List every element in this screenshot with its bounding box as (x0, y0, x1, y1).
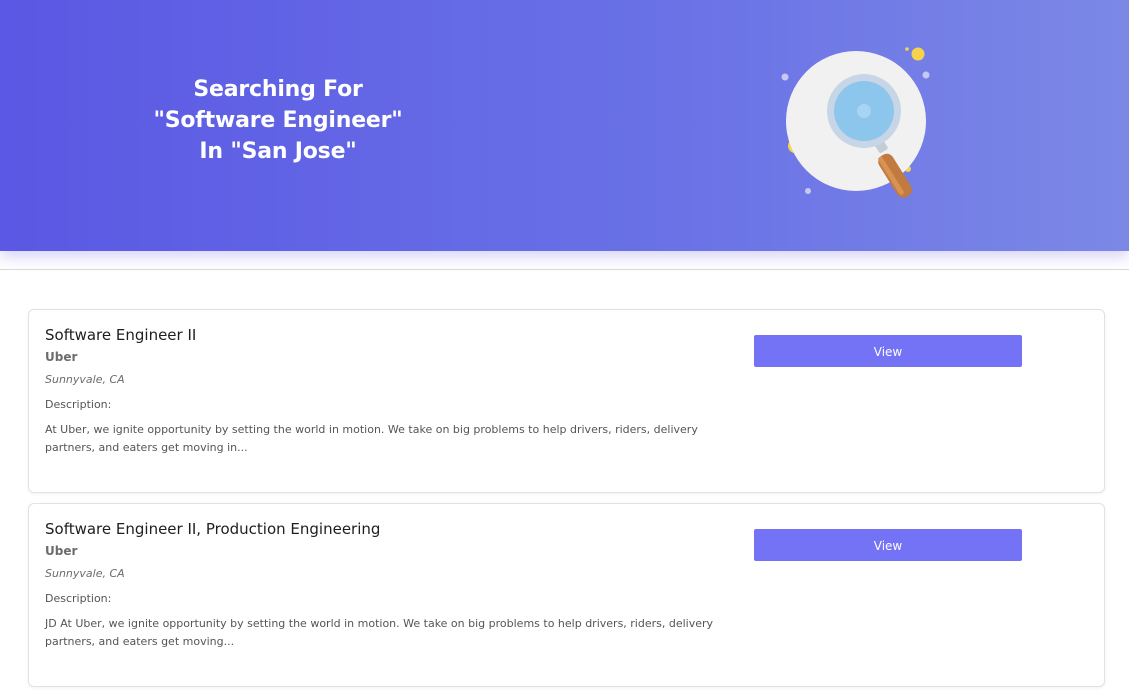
job-location: Sunnyvale, CA (45, 373, 125, 386)
job-card: Software Engineer II Uber Sunnyvale, CA … (28, 309, 1105, 493)
search-heading-location: In "San Jose" (199, 139, 357, 164)
job-description-label: Description: (45, 398, 112, 411)
job-location: Sunnyvale, CA (45, 567, 125, 580)
job-company: Uber (45, 350, 78, 364)
job-description-label: Description: (45, 592, 112, 605)
job-description: JD At Uber, we ignite opportunity by set… (45, 617, 714, 648)
job-title: Software Engineer II (45, 326, 197, 344)
job-card: Software Engineer II, Production Enginee… (28, 503, 1105, 687)
search-heading-line-1: Searching For (193, 77, 363, 102)
search-heading-query: "Software Engineer" (153, 108, 403, 133)
view-job-button[interactable]: View (754, 335, 1022, 367)
job-company: Uber (45, 544, 78, 558)
job-description: At Uber, we ignite opportunity by settin… (45, 423, 698, 454)
job-title: Software Engineer II, Production Enginee… (45, 520, 381, 538)
search-heading: Searching For "Software Engineer" In "Sa… (118, 74, 438, 167)
magnifying-glass-icon (770, 40, 940, 210)
search-hero-banner: Searching For "Software Engineer" In "Sa… (0, 0, 1129, 251)
view-job-button[interactable]: View (754, 529, 1022, 561)
header-divider (0, 269, 1129, 270)
